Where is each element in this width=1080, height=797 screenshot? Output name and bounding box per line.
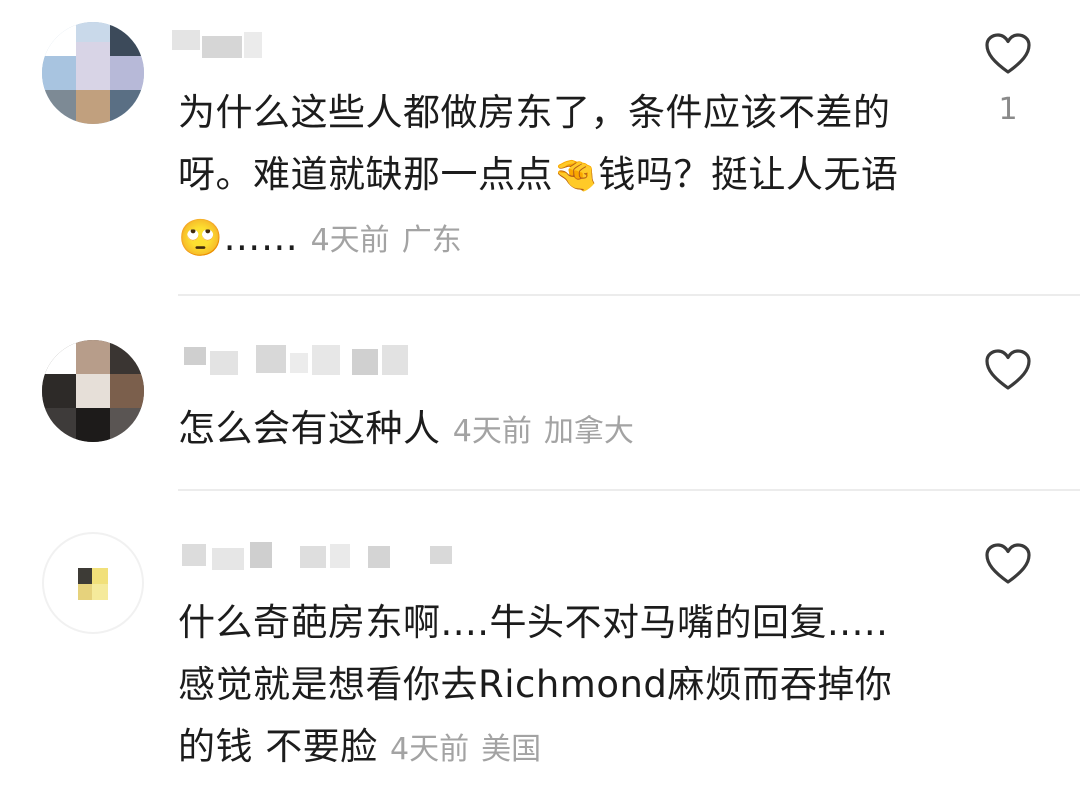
comment-location: 美国 xyxy=(481,732,542,767)
avatar[interactable] xyxy=(42,532,144,634)
comment-body: 怎么会有这种人 4天前 加拿大 xyxy=(178,398,948,463)
like-button[interactable] xyxy=(984,542,1032,586)
comment-text-cont: 钱吗？挺让人无语 xyxy=(598,153,899,196)
comment-body: 为什么这些人都做房东了，条件应该不差的呀。难道就缺那一点点🤏钱吗？挺让人无语🙄…… xyxy=(178,82,948,272)
heart-outline-icon xyxy=(985,349,1031,390)
comment-time: 4天前 xyxy=(390,732,470,767)
comment-body: 什么奇葩房东啊....牛头不对马嘴的回复.....感觉就是想看你去Richmon… xyxy=(178,592,918,781)
comment-text: 怎么会有这种人 xyxy=(178,407,441,450)
comment-time: 4天前 xyxy=(310,223,390,258)
avatar[interactable] xyxy=(42,340,144,442)
username-redacted[interactable] xyxy=(172,30,412,60)
eye-roll-emoji: 🙄 xyxy=(178,218,224,259)
divider xyxy=(178,489,1080,491)
pinching-hand-emoji: 🤏 xyxy=(553,155,599,196)
comment-text-tail: …… xyxy=(223,216,299,259)
divider xyxy=(178,294,1080,296)
comment-meta: 4天前 美国 xyxy=(390,732,541,767)
username-redacted[interactable] xyxy=(172,345,412,375)
comment-meta: 4天前 加拿大 xyxy=(453,414,634,449)
heart-outline-icon xyxy=(985,33,1031,74)
comment-location: 广东 xyxy=(401,223,462,258)
heart-outline-icon xyxy=(985,543,1031,584)
comment-time: 4天前 xyxy=(452,414,532,449)
comment-meta: 4天前 广东 xyxy=(311,223,462,258)
like-count: 1 xyxy=(998,92,1018,127)
comment-location: 加拿大 xyxy=(543,414,634,449)
like-button[interactable] xyxy=(984,32,1032,76)
username-redacted[interactable] xyxy=(172,540,452,570)
avatar[interactable] xyxy=(42,22,144,124)
like-button[interactable] xyxy=(984,348,1032,392)
